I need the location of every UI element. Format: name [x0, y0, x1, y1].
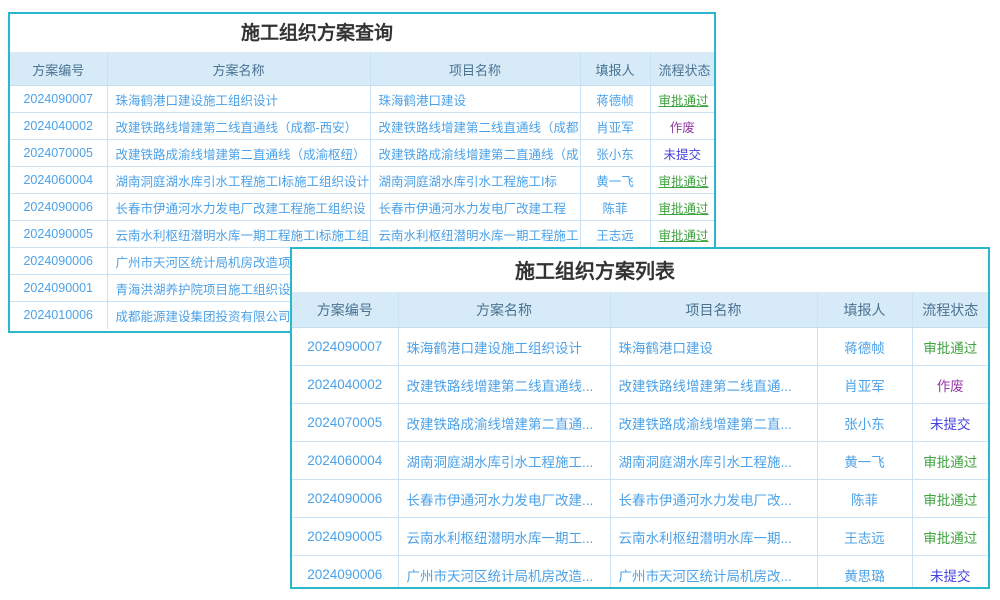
column-header-project-name: 项目名称 — [370, 53, 580, 86]
cell-reporter: 黄一飞 — [580, 167, 650, 194]
cell-plan-no[interactable]: 2024090006 — [10, 194, 107, 221]
cell-plan-no[interactable]: 2024060004 — [10, 167, 107, 194]
table-row[interactable]: 2024090005云南水利枢纽潜明水库一期工程施工I标施工组云南水利枢纽潜明水… — [10, 221, 714, 248]
cell-status[interactable]: 审批通过 — [650, 167, 714, 194]
cell-project-name: 广州市天河区统计局机房改... — [610, 556, 817, 590]
column-header-reporter: 填报人 — [580, 53, 650, 86]
cell-project-name: 改建铁路成渝线增建第二直通线（成 — [370, 140, 580, 167]
table-row[interactable]: 2024090005云南水利枢纽潜明水库一期工...云南水利枢纽潜明水库一期..… — [292, 518, 988, 556]
column-header-status: 流程状态 — [650, 53, 714, 86]
cell-plan-no[interactable]: 2024040002 — [292, 366, 398, 404]
table-header-row: 方案编号 方案名称 项目名称 填报人 流程状态 — [10, 53, 714, 86]
cell-plan-name: 云南水利枢纽潜明水库一期工... — [398, 518, 610, 556]
cell-plan-name: 湖南洞庭湖水库引水工程施工... — [398, 442, 610, 480]
cell-status: 未提交 — [650, 140, 714, 167]
cell-reporter: 陈菲 — [817, 480, 912, 518]
cell-plan-no[interactable]: 2024090005 — [292, 518, 398, 556]
cell-status[interactable]: 审批通过 — [912, 328, 988, 366]
cell-plan-no[interactable]: 2024090001 — [10, 275, 107, 302]
cell-project-name: 改建铁路线增建第二线直通... — [610, 366, 817, 404]
column-header-plan-no: 方案编号 — [292, 293, 398, 328]
cell-project-name: 改建铁路线增建第二线直通线（成都 — [370, 113, 580, 140]
cell-plan-no[interactable]: 2024090006 — [10, 248, 107, 275]
cell-status[interactable]: 审批通过 — [912, 442, 988, 480]
table-row[interactable]: 2024090006广州市天河区统计局机房改造...广州市天河区统计局机房改..… — [292, 556, 988, 590]
cell-status[interactable]: 审批通过 — [650, 221, 714, 248]
cell-plan-name: 广州市天河区统计局机房改造... — [398, 556, 610, 590]
cell-status: 未提交 — [912, 556, 988, 590]
cell-reporter: 肖亚军 — [580, 113, 650, 140]
cell-plan-no[interactable]: 2024090007 — [10, 86, 107, 113]
cell-status[interactable]: 审批通过 — [912, 518, 988, 556]
cell-plan-name: 珠海鹤港口建设施工组织设计 — [107, 86, 370, 113]
plan-list-title: 施工组织方案列表 — [292, 249, 988, 292]
cell-plan-name: 改建铁路成渝线增建第二直通... — [398, 404, 610, 442]
column-header-plan-name: 方案名称 — [107, 53, 370, 86]
cell-plan-name: 改建铁路成渝线增建第二直通线（成渝枢纽） — [107, 140, 370, 167]
table-row[interactable]: 2024040002改建铁路线增建第二线直通线（成都-西安）改建铁路线增建第二线… — [10, 113, 714, 140]
table-row[interactable]: 2024070005改建铁路成渝线增建第二直通线（成渝枢纽）改建铁路成渝线增建第… — [10, 140, 714, 167]
table-row[interactable]: 2024040002改建铁路线增建第二线直通线...改建铁路线增建第二线直通..… — [292, 366, 988, 404]
cell-reporter: 张小东 — [580, 140, 650, 167]
cell-plan-no[interactable]: 2024090007 — [292, 328, 398, 366]
cell-reporter: 蒋德帧 — [580, 86, 650, 113]
column-header-plan-no: 方案编号 — [10, 53, 107, 86]
cell-plan-no[interactable]: 2024090005 — [10, 221, 107, 248]
plan-query-title: 施工组织方案查询 — [10, 14, 714, 52]
column-header-plan-name: 方案名称 — [398, 293, 610, 328]
cell-project-name: 珠海鹤港口建设 — [370, 86, 580, 113]
cell-reporter: 蒋德帧 — [817, 328, 912, 366]
cell-plan-no[interactable]: 2024040002 — [10, 113, 107, 140]
cell-status: 作废 — [650, 113, 714, 140]
cell-plan-no[interactable]: 2024070005 — [10, 140, 107, 167]
cell-status[interactable]: 审批通过 — [650, 194, 714, 221]
cell-plan-no[interactable]: 2024070005 — [292, 404, 398, 442]
cell-project-name: 云南水利枢纽潜明水库一期工程施工 — [370, 221, 580, 248]
plan-list-table: 方案编号 方案名称 项目名称 填报人 流程状态 2024090007珠海鹤港口建… — [292, 292, 988, 589]
plan-list-table-body: 2024090007珠海鹤港口建设施工组织设计珠海鹤港口建设蒋德帧审批通过202… — [292, 328, 988, 590]
cell-reporter: 王志远 — [580, 221, 650, 248]
cell-reporter: 张小东 — [817, 404, 912, 442]
table-row[interactable]: 2024070005改建铁路成渝线增建第二直通...改建铁路成渝线增建第二直..… — [292, 404, 988, 442]
cell-reporter: 黄一飞 — [817, 442, 912, 480]
cell-project-name: 珠海鹤港口建设 — [610, 328, 817, 366]
column-header-reporter: 填报人 — [817, 293, 912, 328]
cell-plan-no[interactable]: 2024090006 — [292, 480, 398, 518]
cell-project-name: 湖南洞庭湖水库引水工程施工I标 — [370, 167, 580, 194]
cell-status: 作废 — [912, 366, 988, 404]
cell-plan-name: 云南水利枢纽潜明水库一期工程施工I标施工组 — [107, 221, 370, 248]
plan-list-panel: 施工组织方案列表 方案编号 方案名称 项目名称 填报人 流程状态 2024090… — [290, 247, 990, 589]
cell-plan-no[interactable]: 2024010006 — [10, 302, 107, 329]
table-row[interactable]: 2024090006长春市伊通河水力发电厂改建工程施工组织设长春市伊通河水力发电… — [10, 194, 714, 221]
column-header-project-name: 项目名称 — [610, 293, 817, 328]
cell-plan-name: 珠海鹤港口建设施工组织设计 — [398, 328, 610, 366]
cell-project-name: 湖南洞庭湖水库引水工程施... — [610, 442, 817, 480]
table-header-row: 方案编号 方案名称 项目名称 填报人 流程状态 — [292, 293, 988, 328]
cell-plan-no[interactable]: 2024060004 — [292, 442, 398, 480]
table-row[interactable]: 2024090007珠海鹤港口建设施工组织设计珠海鹤港口建设蒋德帧审批通过 — [292, 328, 988, 366]
cell-reporter: 王志远 — [817, 518, 912, 556]
cell-status: 未提交 — [912, 404, 988, 442]
cell-plan-name: 湖南洞庭湖水库引水工程施工I标施工组织设计 — [107, 167, 370, 194]
table-row[interactable]: 2024060004湖南洞庭湖水库引水工程施工I标施工组织设计湖南洞庭湖水库引水… — [10, 167, 714, 194]
cell-plan-name: 长春市伊通河水力发电厂改建工程施工组织设 — [107, 194, 370, 221]
cell-project-name: 云南水利枢纽潜明水库一期... — [610, 518, 817, 556]
table-row[interactable]: 2024090007珠海鹤港口建设施工组织设计珠海鹤港口建设蒋德帧审批通过 — [10, 86, 714, 113]
cell-reporter: 黄思璐 — [817, 556, 912, 590]
cell-plan-name: 长春市伊通河水力发电厂改建... — [398, 480, 610, 518]
cell-plan-name: 改建铁路线增建第二线直通线... — [398, 366, 610, 404]
cell-project-name: 长春市伊通河水力发电厂改... — [610, 480, 817, 518]
cell-project-name: 改建铁路成渝线增建第二直... — [610, 404, 817, 442]
table-row[interactable]: 2024060004湖南洞庭湖水库引水工程施工...湖南洞庭湖水库引水工程施..… — [292, 442, 988, 480]
cell-plan-name: 改建铁路线增建第二线直通线（成都-西安） — [107, 113, 370, 140]
cell-status[interactable]: 审批通过 — [912, 480, 988, 518]
table-row[interactable]: 2024090006长春市伊通河水力发电厂改建...长春市伊通河水力发电厂改..… — [292, 480, 988, 518]
cell-reporter: 肖亚军 — [817, 366, 912, 404]
column-header-status: 流程状态 — [912, 293, 988, 328]
cell-project-name: 长春市伊通河水力发电厂改建工程 — [370, 194, 580, 221]
cell-reporter: 陈菲 — [580, 194, 650, 221]
cell-status[interactable]: 审批通过 — [650, 86, 714, 113]
cell-plan-no[interactable]: 2024090006 — [292, 556, 398, 590]
